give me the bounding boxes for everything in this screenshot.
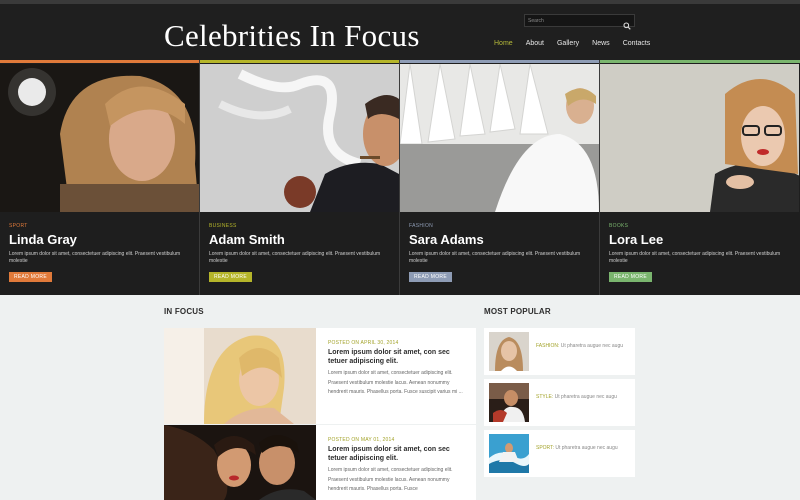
card-description: Lorem ipsum dolor sit amet, consectetuer… <box>9 251 181 264</box>
popular-thumbnail[interactable] <box>489 383 529 422</box>
popular-category[interactable]: STYLE: <box>536 394 553 400</box>
popular-snippet[interactable]: Ut pharetra augue nec augu <box>555 394 617 400</box>
nav-about[interactable]: About <box>526 40 544 47</box>
search-input[interactable] <box>528 15 618 26</box>
most-popular-title: MOST POPULAR <box>484 307 551 316</box>
card-description: Lorem ipsum dolor sit amet, consectetuer… <box>209 251 381 264</box>
popular-item[interactable]: SPORT: Ut pharetra augue nec augu <box>484 430 635 477</box>
focus-article[interactable]: POSTED ON APRIL 30, 2014 Lorem ipsum dol… <box>164 328 476 424</box>
celebrity-photo[interactable] <box>200 64 399 212</box>
accent-bar <box>0 60 200 63</box>
popular-thumbnail[interactable] <box>489 332 529 371</box>
featured-card[interactable]: BUSINESS Adam Smith Lorem ipsum dolor si… <box>200 60 400 295</box>
article-excerpt: Lorem ipsum dolor sit amet, consectetuer… <box>328 370 463 395</box>
read-more-button[interactable]: READ MORE <box>9 272 52 282</box>
card-description: Lorem ipsum dolor sit amet, consectetuer… <box>409 251 581 264</box>
card-name[interactable]: Sara Adams <box>409 232 484 247</box>
accent-bar <box>400 60 600 63</box>
popular-category[interactable]: FASHION: <box>536 343 559 349</box>
card-name[interactable]: Linda Gray <box>9 232 77 247</box>
celebrity-photo[interactable] <box>400 64 599 212</box>
nav-news[interactable]: News <box>592 40 610 47</box>
card-description: Lorem ipsum dolor sit amet, consectetuer… <box>609 251 781 264</box>
nav-gallery[interactable]: Gallery <box>557 40 579 47</box>
article-headline[interactable]: Lorem ipsum dolor sit amet, con sec tetu… <box>328 348 468 366</box>
popular-item[interactable]: FASHION: Ut pharetra augue nec augu <box>484 328 635 375</box>
card-category: FASHION <box>409 223 434 229</box>
nav-home[interactable]: Home <box>494 40 513 47</box>
focus-article[interactable]: POSTED ON MAY 01, 2014 Lorem ipsum dolor… <box>164 425 476 500</box>
popular-text: STYLE: Ut pharetra augue nec augu <box>536 393 630 402</box>
nav-contacts[interactable]: Contacts <box>623 40 651 47</box>
search-box <box>524 14 635 30</box>
popular-snippet[interactable]: Ut pharetra augue nec augu <box>555 445 617 451</box>
card-category: BOOKS <box>609 223 629 229</box>
in-focus-title: IN FOCUS <box>164 307 204 316</box>
popular-item[interactable]: STYLE: Ut pharetra augue nec augu <box>484 379 635 426</box>
article-thumbnail[interactable] <box>164 425 316 500</box>
article-excerpt: Lorem ipsum dolor sit amet, consectetuer… <box>328 467 453 492</box>
article-thumbnail[interactable] <box>164 328 316 424</box>
celebrity-photo[interactable] <box>600 64 799 212</box>
card-name[interactable]: Lora Lee <box>609 232 663 247</box>
post-date: POSTED ON APRIL 30, 2014 <box>328 340 399 346</box>
accent-bar <box>200 60 400 63</box>
read-more-button[interactable]: READ MORE <box>609 272 652 282</box>
popular-snippet[interactable]: Ut pharetra augue nec augu <box>561 343 623 349</box>
featured-card[interactable]: SPORT Linda Gray Lorem ipsum dolor sit a… <box>0 60 200 295</box>
search-icon[interactable] <box>623 17 631 30</box>
popular-text: SPORT: Ut pharetra augue nec augu <box>536 444 630 453</box>
card-name[interactable]: Adam Smith <box>209 232 285 247</box>
popular-category[interactable]: SPORT: <box>536 445 554 451</box>
popular-thumbnail[interactable] <box>489 434 529 473</box>
card-category: SPORT <box>9 223 28 229</box>
main-nav: Home About Gallery News Contacts <box>494 40 663 47</box>
featured-celebrities: SPORT Linda Gray Lorem ipsum dolor sit a… <box>0 60 800 295</box>
post-date: POSTED ON MAY 01, 2014 <box>328 437 395 443</box>
popular-text: FASHION: Ut pharetra augue nec augu <box>536 342 630 351</box>
read-more-button[interactable]: READ MORE <box>409 272 452 282</box>
article-headline[interactable]: Lorem ipsum dolor sit amet, con sec tetu… <box>328 445 468 463</box>
site-header: Celebrities In Focus Home About Gallery … <box>0 4 800 60</box>
read-more-button[interactable]: READ MORE <box>209 272 252 282</box>
most-popular-list: FASHION: Ut pharetra augue nec augu STYL… <box>484 328 635 477</box>
card-category: BUSINESS <box>209 223 237 229</box>
site-title[interactable]: Celebrities In Focus <box>164 18 420 54</box>
featured-card[interactable]: BOOKS Lora Lee Lorem ipsum dolor sit ame… <box>600 60 800 295</box>
accent-bar <box>600 60 800 63</box>
celebrity-photo[interactable] <box>0 64 199 212</box>
featured-card[interactable]: FASHION Sara Adams Lorem ipsum dolor sit… <box>400 60 600 295</box>
